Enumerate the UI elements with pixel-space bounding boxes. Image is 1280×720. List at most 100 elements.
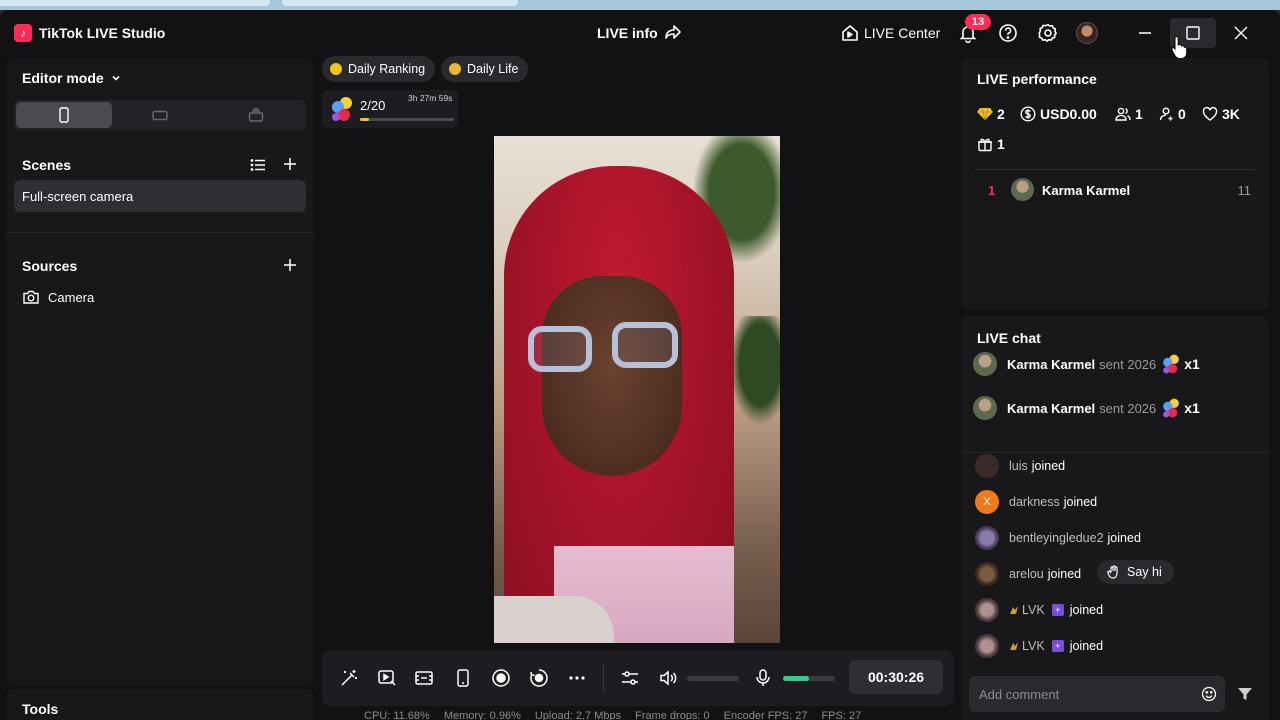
divider <box>975 169 1255 170</box>
help-icon[interactable] <box>998 23 1018 43</box>
avatar[interactable] <box>973 396 997 420</box>
daily-ranking-tag[interactable]: Daily Ranking <box>322 56 436 82</box>
avatar[interactable] <box>975 526 999 550</box>
media-effects-icon[interactable] <box>377 668 397 688</box>
top-viewer-name[interactable]: Karma Karmel <box>1042 183 1130 198</box>
app-window: ♪ TikTok LIVE Studio LIVE info LIVE Cent… <box>0 10 1280 720</box>
comment-input[interactable] <box>969 676 1189 712</box>
avatar[interactable] <box>975 454 999 478</box>
fps: FPS: 27 <box>821 710 862 720</box>
say-hi-button[interactable]: Say hi <box>1097 560 1174 584</box>
upload-speed: Upload: 2.7 Mbps <box>534 710 622 720</box>
joiner-name[interactable]: LVK <box>1022 603 1045 617</box>
sender-name[interactable]: Karma Karmel <box>1007 401 1095 416</box>
emoji-icon[interactable] <box>1201 686 1217 702</box>
desktop-tabstrip <box>0 0 1280 10</box>
adjustments-icon[interactable] <box>620 668 640 688</box>
add-source-icon[interactable] <box>282 257 298 273</box>
gift-message[interactable]: Karma Karmel sent 2026 x1 <box>973 350 1223 378</box>
joiner-name[interactable]: LVK <box>1022 639 1045 653</box>
tag-label: Daily Life <box>467 62 519 76</box>
comment-box <box>969 676 1225 712</box>
avatar[interactable] <box>975 598 999 622</box>
sender-name[interactable]: Karma Karmel <box>1007 357 1095 372</box>
joiner-name[interactable]: luis <box>1009 459 1028 473</box>
capture-icon[interactable] <box>529 668 549 688</box>
live-center-button[interactable]: LIVE Center <box>864 25 940 41</box>
scene-item[interactable]: Full-screen camera <box>14 180 306 212</box>
add-scene-icon[interactable] <box>282 156 298 172</box>
ranking-progress-bar <box>360 118 454 121</box>
likes-value: 3K <box>1222 106 1240 122</box>
landscape-icon <box>152 110 168 121</box>
ranking-goal-card[interactable]: 2/20 3h 27m 59s <box>322 90 458 128</box>
app-title: TikTok LIVE Studio <box>39 25 166 41</box>
join-message: LVK + joined <box>975 597 1103 623</box>
live-info-button[interactable]: LIVE info <box>597 25 658 41</box>
join-message: luis joined <box>975 453 1065 479</box>
performance-title: LIVE performance <box>977 71 1097 87</box>
chevron-down-icon[interactable] <box>110 72 122 84</box>
ranking-count: 2/20 <box>360 98 386 113</box>
join-action: joined <box>1069 603 1104 617</box>
source-item[interactable]: Camera <box>48 290 94 305</box>
gift-quantity: x1 <box>1184 356 1200 372</box>
microphone-level-slider[interactable] <box>783 676 835 681</box>
join-message: X darkness joined <box>975 489 1097 515</box>
live-video-preview <box>494 136 780 643</box>
user-avatar[interactable] <box>1076 22 1098 44</box>
joiner-name[interactable]: arelou <box>1009 567 1044 581</box>
gift-action: sent 2026 <box>1099 400 1157 416</box>
dual-mode-button[interactable] <box>208 102 304 128</box>
avatar[interactable] <box>1011 178 1034 201</box>
minimize-icon[interactable] <box>1134 22 1156 44</box>
gear-icon[interactable] <box>1038 23 1058 43</box>
viewers-value: 1 <box>1135 106 1143 122</box>
list-icon[interactable] <box>250 157 266 173</box>
speaker-icon[interactable] <box>658 668 678 688</box>
join-action: joined <box>1031 459 1066 473</box>
landscape-mode-button[interactable] <box>112 102 208 128</box>
close-icon[interactable] <box>1230 22 1252 44</box>
new-followers-stat: 0 <box>1158 106 1186 122</box>
gift-stack-icon <box>1163 354 1180 374</box>
memory-usage: Memory: 0.96% <box>443 710 521 720</box>
portrait-mode-button[interactable] <box>16 102 112 128</box>
heart-icon <box>1202 106 1218 121</box>
avatar[interactable] <box>973 352 997 376</box>
crest-badge-icon <box>1010 606 1018 614</box>
joiner-name[interactable]: bentleyingledue2 <box>1009 531 1104 545</box>
avatar[interactable] <box>975 562 999 586</box>
record-icon[interactable] <box>491 668 511 688</box>
share-icon[interactable] <box>664 23 682 41</box>
scenes-heading: Scenes <box>22 157 72 173</box>
join-action: joined <box>1069 639 1104 653</box>
filter-icon[interactable] <box>1237 686 1253 702</box>
gift-message[interactable]: Karma Karmel sent 2026 x1 <box>973 394 1223 422</box>
title-bar: ♪ TikTok LIVE Studio LIVE info LIVE Cent… <box>0 10 1280 59</box>
new-followers-value: 0 <box>1178 106 1186 122</box>
joiner-name[interactable]: darkness <box>1009 495 1060 509</box>
daily-life-tag[interactable]: Daily Life <box>441 56 529 82</box>
viewers-stat: 1 <box>1115 106 1143 122</box>
portrait-screen-icon[interactable] <box>453 668 473 688</box>
volume-slider[interactable] <box>687 676 739 681</box>
magic-effects-icon[interactable] <box>339 668 359 688</box>
add-follower-icon <box>1159 107 1173 121</box>
microphone-icon[interactable] <box>753 668 773 688</box>
avatar[interactable] <box>975 634 999 658</box>
tag-label: Daily Ranking <box>348 62 426 76</box>
camera-icon <box>23 290 39 304</box>
tools-heading: Tools <box>22 701 59 717</box>
live-center-icon[interactable] <box>840 23 860 43</box>
wave-hand-icon <box>1107 565 1118 579</box>
earnings-value: USD0.00 <box>1040 106 1097 122</box>
editor-mode-dropdown[interactable]: Editor mode <box>22 70 104 86</box>
top-viewer-score: 11 <box>1237 183 1252 198</box>
level-badge-icon: + <box>1051 604 1064 616</box>
live-performance-panel: LIVE performance 2 USD0.00 1 0 3K 1 1 Ka… <box>961 58 1269 309</box>
avatar[interactable]: X <box>975 490 999 514</box>
more-options-icon[interactable] <box>567 668 587 688</box>
sources-heading: Sources <box>22 258 78 274</box>
layout-icon[interactable] <box>414 668 434 688</box>
